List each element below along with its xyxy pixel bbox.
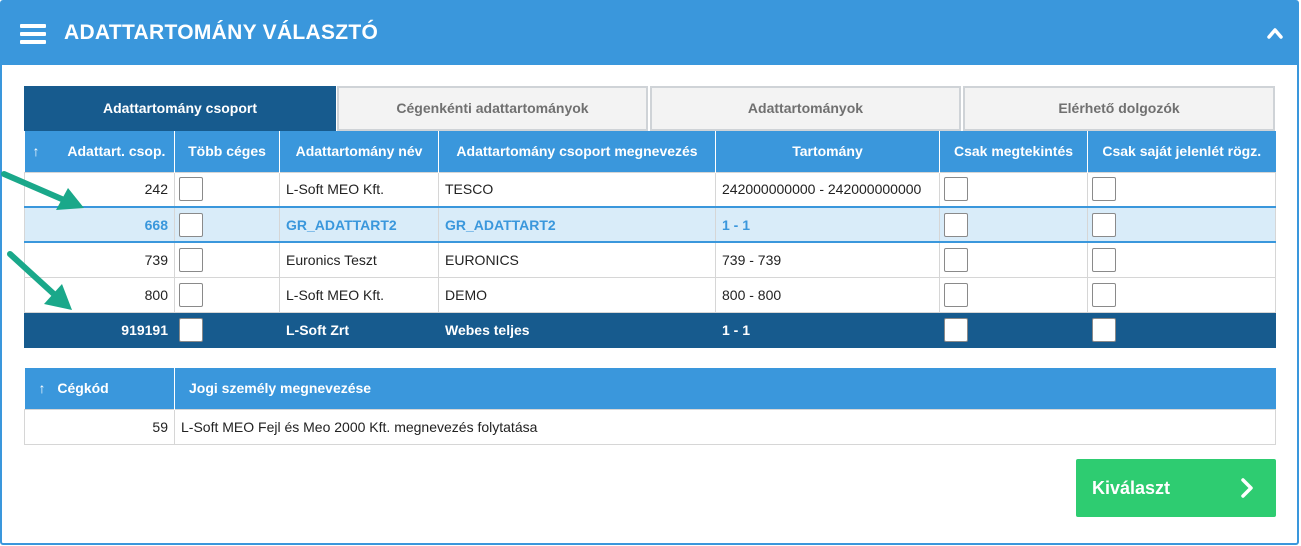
- column-header-group-name[interactable]: Adattartomány csoport megnevezés: [438, 131, 716, 172]
- column-header-range-name[interactable]: Adattartomány név: [279, 131, 439, 172]
- tab-company-data-ranges[interactable]: Cégenkénti adattartományok: [337, 86, 648, 131]
- sort-ascending-icon: ↑: [32, 143, 40, 160]
- multi-company-checkbox[interactable]: [179, 177, 203, 202]
- panel-header: ADATTARTOMÁNY VÁLASZTÓ: [2, 2, 1297, 65]
- annotation-arrow-icon: [1, 171, 84, 210]
- chevron-up-icon[interactable]: [1267, 26, 1283, 40]
- tab-bar: Adattartomány csoport Cégenkénti adattar…: [24, 86, 1275, 131]
- table-header-row: ↑ Cégkód Jogi személy megnevezése: [24, 368, 1276, 409]
- annotation-arrow-icon: [7, 251, 72, 310]
- multi-company-checkbox[interactable]: [179, 247, 203, 272]
- cell-range-name: Euronics Teszt: [279, 241, 439, 278]
- table-row[interactable]: 59 L-Soft MEO Fejl és Meo 2000 Kft. megn…: [24, 408, 1276, 445]
- own-attendance-checkbox[interactable]: [1092, 212, 1116, 237]
- own-attendance-checkbox[interactable]: [1092, 247, 1116, 272]
- cell-group-name: Webes teljes: [438, 311, 716, 348]
- cell-range-name: L-Soft MEO Kft.: [279, 171, 439, 208]
- tab-data-range-group[interactable]: Adattartomány csoport: [24, 86, 336, 131]
- cell-group-id: 668: [24, 206, 175, 243]
- column-header-legal-entity-name[interactable]: Jogi személy megnevezése: [174, 368, 1276, 409]
- sort-ascending-icon: ↑: [38, 380, 46, 397]
- column-header-group-id[interactable]: ↑ Adattart. csop.: [24, 131, 175, 172]
- cell-range: 739 - 739: [715, 241, 940, 278]
- table-row-selected[interactable]: 919191 L-Soft Zrt Webes teljes 1 - 1: [24, 311, 1276, 348]
- view-only-checkbox[interactable]: [944, 247, 968, 272]
- cell-company-code: 59: [24, 408, 175, 445]
- cell-group-name: EURONICS: [438, 241, 716, 278]
- tab-data-ranges[interactable]: Adattartományok: [650, 86, 961, 131]
- view-only-checkbox[interactable]: [944, 177, 968, 202]
- cell-group-name: TESCO: [438, 171, 716, 208]
- table-row[interactable]: 242 L-Soft MEO Kft. TESCO 242000000000 -…: [24, 171, 1276, 208]
- table-row[interactable]: 739 Euronics Teszt EURONICS 739 - 739: [24, 241, 1276, 278]
- column-header-view-only[interactable]: Csak megtekintés: [939, 131, 1088, 172]
- table-header-row: ↑ Adattart. csop. Több céges Adattartomá…: [24, 131, 1276, 172]
- legal-entity-table: ↑ Cégkód Jogi személy megnevezése 59 L-S…: [24, 368, 1276, 445]
- cell-range: 800 - 800: [715, 276, 940, 313]
- cell-group-id: 919191: [24, 311, 175, 348]
- data-range-group-table: ↑ Adattart. csop. Több céges Adattartomá…: [24, 131, 1276, 348]
- multi-company-checkbox[interactable]: [179, 212, 203, 237]
- cell-range-name: L-Soft Zrt: [279, 311, 439, 348]
- select-button[interactable]: Kiválaszt: [1076, 459, 1276, 517]
- multi-company-checkbox[interactable]: [179, 282, 203, 307]
- cell-range: 1 - 1: [715, 311, 940, 348]
- view-only-checkbox[interactable]: [944, 282, 968, 307]
- own-attendance-checkbox[interactable]: [1092, 282, 1116, 307]
- view-only-checkbox[interactable]: [944, 317, 968, 342]
- column-header-company-code[interactable]: ↑ Cégkód: [24, 368, 175, 409]
- cell-legal-entity-name: L-Soft MEO Fejl és Meo 2000 Kft. megneve…: [174, 408, 1276, 445]
- table-row[interactable]: 800 L-Soft MEO Kft. DEMO 800 - 800: [24, 276, 1276, 313]
- table-row[interactable]: 668 GR_ADATTART2 GR_ADATTART2 1 - 1: [24, 206, 1276, 243]
- cell-range: 242000000000 - 242000000000: [715, 171, 940, 208]
- column-header-own-attendance-only[interactable]: Csak saját jelenlét rögz.: [1087, 131, 1276, 172]
- tab-available-employees[interactable]: Elérhető dolgozók: [963, 86, 1275, 131]
- cell-range: 1 - 1: [715, 206, 940, 243]
- multi-company-checkbox[interactable]: [179, 317, 203, 342]
- column-header-multi-company[interactable]: Több céges: [174, 131, 280, 172]
- menu-icon: [20, 24, 46, 44]
- cell-group-name: GR_ADATTART2: [438, 206, 716, 243]
- column-header-range[interactable]: Tartomány: [715, 131, 940, 172]
- own-attendance-checkbox[interactable]: [1092, 177, 1116, 202]
- view-only-checkbox[interactable]: [944, 212, 968, 237]
- own-attendance-checkbox[interactable]: [1092, 317, 1116, 342]
- panel-title: ADATTARTOMÁNY VÁLASZTÓ: [64, 21, 379, 44]
- cell-group-name: DEMO: [438, 276, 716, 313]
- cell-range-name: GR_ADATTART2: [279, 206, 439, 243]
- select-button-label: Kiválaszt: [1092, 478, 1171, 498]
- chevron-right-icon: [1241, 478, 1253, 498]
- cell-range-name: L-Soft MEO Kft.: [279, 276, 439, 313]
